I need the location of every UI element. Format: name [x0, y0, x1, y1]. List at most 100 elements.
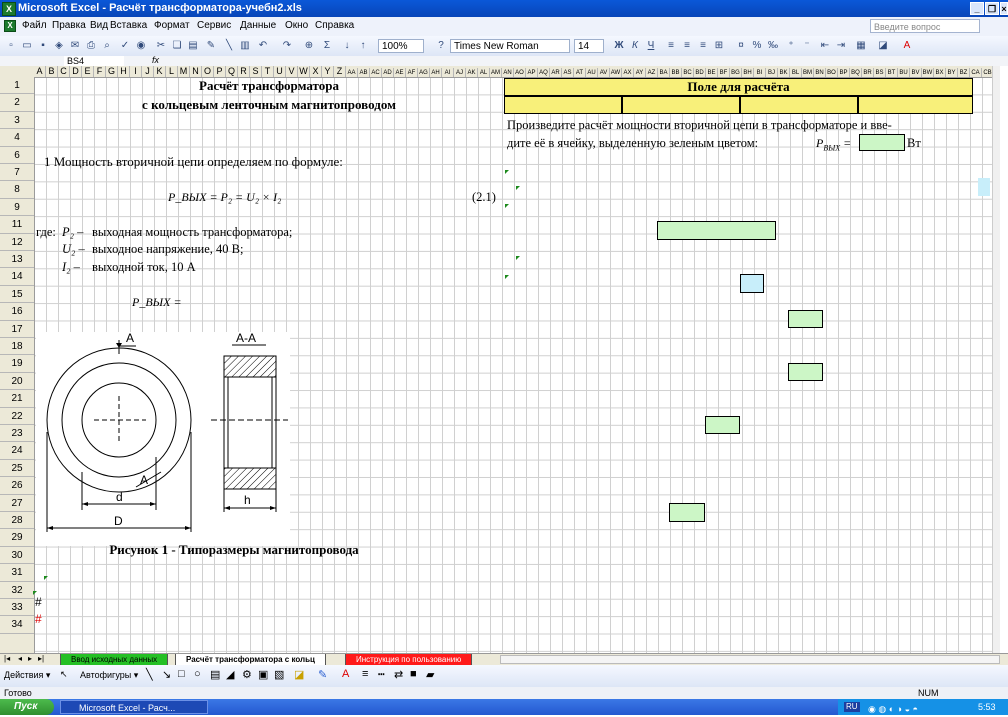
column-header[interactable]: BM — [802, 68, 814, 77]
decrease-indent-icon[interactable]: ⇤ — [818, 39, 832, 52]
dash-style-icon[interactable]: ┅ — [378, 668, 385, 681]
borders-icon[interactable]: ▦ — [854, 39, 868, 52]
column-header[interactable]: BU — [898, 68, 910, 77]
increase-decimal-icon[interactable]: ⁺ — [784, 39, 798, 52]
row-header[interactable]: 12 — [0, 234, 34, 251]
paste-icon[interactable]: ▤ — [186, 39, 200, 52]
column-header[interactable]: AP — [526, 68, 538, 77]
column-header[interactable]: BK — [778, 68, 790, 77]
column-header[interactable]: AN — [502, 68, 514, 77]
menu-view[interactable]: Вид — [90, 20, 108, 31]
column-header[interactable]: BF — [718, 68, 730, 77]
input-cell[interactable] — [657, 221, 776, 240]
input-cell[interactable] — [788, 363, 823, 381]
column-header[interactable]: AD — [382, 68, 394, 77]
column-header[interactable]: BZ — [958, 68, 970, 77]
sort-asc-icon[interactable]: ↓ — [340, 39, 354, 52]
column-header[interactable]: Z — [334, 66, 346, 77]
column-header[interactable]: A — [34, 66, 46, 77]
column-header[interactable]: AF — [406, 68, 418, 77]
currency-icon[interactable]: ¤ — [734, 39, 748, 52]
column-header[interactable]: BD — [694, 68, 706, 77]
window-title-bar[interactable]: X Microsoft Excel - Расчёт трансформатор… — [0, 0, 1008, 17]
sort-desc-icon[interactable]: ↑ — [356, 39, 370, 52]
column-header[interactable]: AH — [430, 68, 442, 77]
row-header[interactable]: 31 — [0, 564, 34, 582]
column-header[interactable]: BB — [670, 68, 682, 77]
column-header[interactable]: B — [46, 66, 58, 77]
column-header[interactable]: AZ — [646, 68, 658, 77]
column-header[interactable]: N — [190, 66, 202, 77]
decrease-decimal-icon[interactable]: ⁻ — [800, 39, 814, 52]
input-cell[interactable] — [705, 416, 740, 434]
column-header[interactable]: AB — [358, 68, 370, 77]
line-style-icon[interactable]: ≡ — [362, 668, 368, 680]
line-icon[interactable]: ╲ — [222, 39, 236, 52]
fill-color-icon[interactable]: ◪ — [876, 39, 890, 52]
column-header[interactable]: AC — [370, 68, 382, 77]
row-header[interactable]: 27 — [0, 495, 34, 512]
column-header[interactable]: BS — [874, 68, 886, 77]
help-icon[interactable]: ? — [434, 39, 448, 52]
column-header[interactable]: BV — [910, 68, 922, 77]
redo-icon[interactable]: ↷ — [280, 39, 294, 52]
row-header[interactable]: 13 — [0, 251, 34, 269]
input-cell[interactable] — [669, 503, 705, 522]
row-header[interactable]: 15 — [0, 286, 34, 304]
row-header[interactable]: 33 — [0, 599, 34, 617]
font-color-icon[interactable]: A — [900, 39, 914, 52]
column-header[interactable]: BL — [790, 68, 802, 77]
column-header[interactable]: AX — [622, 68, 634, 77]
select-objects-icon[interactable]: ↖ — [60, 669, 68, 680]
column-header[interactable]: BI — [754, 68, 766, 77]
row-header[interactable]: 34 — [0, 616, 34, 634]
column-header[interactable]: CA — [970, 68, 982, 77]
answer-input-cell[interactable] — [859, 134, 905, 151]
column-header[interactable]: P — [214, 66, 226, 77]
column-header[interactable]: AV — [598, 68, 610, 77]
column-header[interactable]: AA — [346, 68, 358, 77]
column-header[interactable]: BW — [922, 68, 934, 77]
row-header[interactable]: 30 — [0, 547, 34, 565]
row-header[interactable]: 14 — [0, 268, 34, 286]
column-header[interactable]: BR — [862, 68, 874, 77]
row-header[interactable]: 23 — [0, 425, 34, 443]
column-header[interactable]: AE — [394, 68, 406, 77]
rectangle-tool-icon[interactable]: □ — [178, 668, 185, 680]
align-left-icon[interactable]: ≡ — [664, 39, 678, 52]
font-color-draw-icon[interactable]: A — [342, 668, 349, 680]
column-header[interactable]: AY — [634, 68, 646, 77]
permission-icon[interactable]: ◈ — [52, 39, 66, 52]
oval-tool-icon[interactable]: ○ — [194, 668, 201, 680]
row-header[interactable]: 26 — [0, 477, 34, 495]
cut-icon[interactable]: ✂ — [154, 39, 168, 52]
zoom-select[interactable]: 100% — [378, 39, 424, 53]
column-header[interactable]: K — [154, 66, 166, 77]
fx-icon[interactable]: fx — [152, 55, 159, 65]
row-header[interactable]: 32 — [0, 582, 34, 599]
menu-tools[interactable]: Сервис — [197, 20, 231, 31]
menu-file[interactable]: Файл — [22, 20, 47, 31]
column-header[interactable]: I — [130, 66, 142, 77]
arrow-tool-icon[interactable]: ↘ — [162, 668, 171, 681]
ask-question-input[interactable]: Введите вопрос — [870, 19, 980, 33]
row-header[interactable]: 24 — [0, 442, 34, 460]
restore-icon[interactable]: ❐ — [985, 2, 999, 15]
language-indicator[interactable]: RU — [844, 702, 860, 712]
column-header[interactable]: BN — [814, 68, 826, 77]
row-header[interactable]: 21 — [0, 390, 34, 408]
column-header[interactable]: BT — [886, 68, 898, 77]
research-icon[interactable]: ◉ — [134, 39, 148, 52]
input-cell[interactable] — [788, 310, 823, 328]
open-folder-icon[interactable]: ▭ — [20, 39, 34, 52]
input-cell[interactable] — [740, 274, 764, 293]
menu-insert[interactable]: Вставка — [110, 20, 147, 31]
column-header[interactable]: BY — [946, 68, 958, 77]
column-header[interactable]: O — [202, 66, 214, 77]
email-icon[interactable]: ✉ — [68, 39, 82, 52]
start-button[interactable]: Пуск — [0, 699, 54, 715]
calc-field-cell[interactable] — [858, 96, 973, 114]
column-header[interactable]: S — [250, 66, 262, 77]
calc-field-cell[interactable] — [740, 96, 858, 114]
row-header[interactable]: 9 — [0, 199, 34, 217]
